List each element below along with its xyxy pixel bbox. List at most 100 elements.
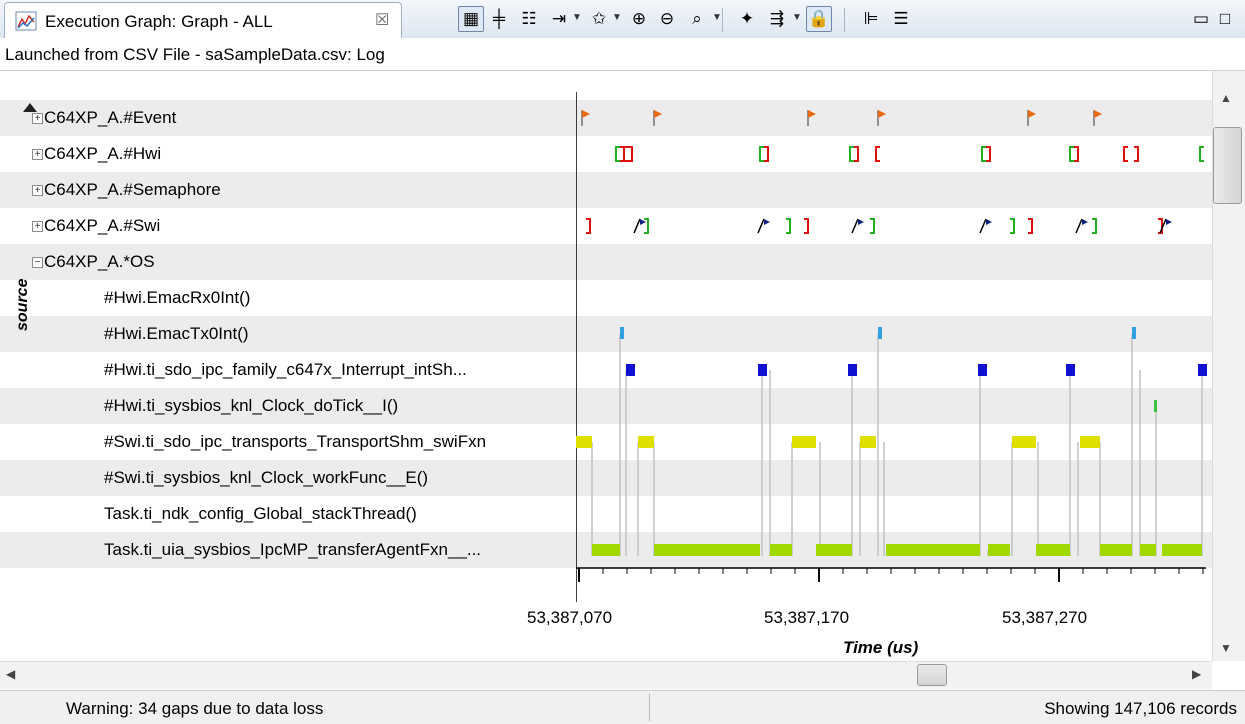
swi-transport-mark (1012, 436, 1036, 448)
event-flag-icon (1028, 110, 1036, 118)
dropdown-arrow-icon[interactable]: ▼ (712, 12, 722, 23)
hwi-bracket-mark (620, 146, 625, 162)
axis-tick-label: 53,387,270 (1002, 608, 1088, 627)
dropdown-arrow-icon[interactable]: ▼ (792, 12, 802, 23)
hwi-bracket-mark (615, 146, 620, 162)
measure-icon[interactable]: ☷ (516, 6, 542, 32)
ipc-interrupt-mark (626, 364, 635, 376)
horizontal-scroll-thumb[interactable] (917, 664, 947, 686)
row-label[interactable]: C64XP_A.#Hwi (44, 136, 574, 172)
find-icon[interactable]: ✦ (734, 6, 760, 32)
task-transfer-agent-mark (770, 544, 792, 556)
hwi-bracket-mark (1010, 218, 1015, 234)
hwi-bracket-mark (1199, 146, 1204, 162)
zoom-out-icon[interactable]: ⊖ (654, 6, 680, 32)
swi-flag-pole (633, 218, 641, 234)
hwi-bracket-mark (628, 146, 633, 162)
expand-icon[interactable]: + (32, 149, 43, 160)
task-transfer-agent-mark (816, 544, 852, 556)
swi-transport-mark (1080, 436, 1100, 448)
row-label[interactable]: #Hwi.EmacTx0Int() (104, 316, 574, 352)
time-axis-title: Time (us) (843, 638, 919, 657)
row-label[interactable]: Task.ti_uia_sysbios_IpcMP_transferAgentF… (104, 532, 574, 568)
scroll-down-arrow-icon[interactable]: ▼ (1220, 641, 1232, 655)
align-icon[interactable]: ▦ (458, 6, 484, 32)
hwi-bracket-mark (849, 146, 854, 162)
task-transfer-agent-mark (886, 544, 980, 556)
row-label[interactable]: C64XP_A.#Swi (44, 208, 574, 244)
launch-info-text: Launched from CSV File - saSampleData.cs… (5, 45, 385, 64)
hwi-bracket-mark (644, 218, 649, 234)
scroll-right-arrow-icon[interactable]: ▶ (1192, 667, 1201, 681)
zoom-fit-icon[interactable]: ⌕ (684, 6, 710, 32)
swi-flag-pole (1075, 218, 1083, 234)
clock-tick-mark (1154, 400, 1157, 412)
source-axis-label: source (14, 278, 31, 331)
expand-icon[interactable]: + (32, 185, 43, 196)
row-label[interactable]: #Hwi.EmacRx0Int() (104, 280, 574, 316)
hwi-bracket-mark (1123, 146, 1128, 162)
minimize-icon[interactable]: ▭ (1188, 6, 1214, 32)
horizontal-scrollbar[interactable] (0, 661, 1212, 689)
hwi-bracket-mark (986, 146, 991, 162)
task-transfer-agent-mark (592, 544, 620, 556)
row-label[interactable]: #Swi.ti_sysbios_knl_Clock_workFunc__E() (104, 460, 574, 496)
swi-transport-mark (860, 436, 876, 448)
event-flag-icon (582, 110, 590, 118)
tab-title: Execution Graph: Graph - ALL (45, 12, 273, 31)
row-label[interactable]: C64XP_A.*OS (44, 244, 574, 280)
ipc-interrupt-mark (1198, 364, 1207, 376)
list-icon[interactable]: ☰ (888, 6, 914, 32)
swi-flag-icon (1082, 219, 1088, 225)
emac-tx-interrupt-mark (620, 327, 624, 339)
star-icon[interactable]: ✩ (586, 6, 612, 32)
row-label[interactable]: C64XP_A.#Semaphore (44, 172, 574, 208)
swi-flag-icon (764, 219, 770, 225)
close-icon[interactable]: ☒ (375, 10, 389, 30)
swi-flag-pole (979, 218, 987, 234)
expand-icon[interactable]: + (32, 221, 43, 232)
sort-ascending-icon[interactable] (23, 103, 37, 112)
hwi-bracket-mark (981, 146, 986, 162)
emac-tx-interrupt-mark (1132, 327, 1136, 339)
row-label[interactable]: #Swi.ti_sdo_ipc_transports_TransportShm_… (104, 424, 574, 460)
maximize-icon[interactable]: □ (1212, 6, 1238, 32)
swi-flag-icon (858, 219, 864, 225)
ipc-interrupt-mark (978, 364, 987, 376)
task-transfer-agent-mark (654, 544, 760, 556)
task-transfer-agent-mark (1100, 544, 1132, 556)
event-flag-icon (1094, 110, 1102, 118)
swi-flag-icon (1166, 219, 1172, 225)
hwi-bracket-mark (1069, 146, 1074, 162)
task-transfer-agent-mark (1162, 544, 1202, 556)
data-loss-warning: Warning: 34 gaps due to data loss (66, 699, 324, 718)
swi-transport-mark (792, 436, 816, 448)
filter-icon[interactable]: ⇶ (764, 6, 790, 32)
scroll-up-arrow-icon[interactable]: ▲ (1220, 91, 1232, 105)
scroll-left-arrow-icon[interactable]: ◀ (6, 667, 15, 681)
dropdown-arrow-icon[interactable]: ▼ (572, 12, 582, 23)
swi-flag-pole (851, 218, 859, 234)
axis-tick-label: 53,387,070 (527, 608, 613, 627)
vertical-scroll-thumb[interactable] (1213, 127, 1242, 204)
expand-icon[interactable]: + (32, 113, 43, 124)
bookmark-icon[interactable]: ⇥ (546, 6, 572, 32)
collapse-icon[interactable]: − (32, 257, 43, 268)
tree-icon[interactable]: ⊫ (858, 6, 884, 32)
row-label[interactable]: #Hwi.ti_sysbios_knl_Clock_doTick__I() (104, 388, 574, 424)
event-flag-icon (878, 110, 886, 118)
hwi-bracket-mark (786, 218, 791, 234)
dropdown-arrow-icon[interactable]: ▼ (612, 12, 622, 23)
row-label[interactable]: Task.ti_ndk_config_Global_stackThread() (104, 496, 574, 532)
zoom-in-icon[interactable]: ⊕ (626, 6, 652, 32)
center-align-icon[interactable]: ╪ (486, 6, 512, 32)
hwi-bracket-mark (870, 218, 875, 234)
task-transfer-agent-mark (1036, 544, 1070, 556)
tab-execution-graph[interactable]: Execution Graph: Graph - ALL ☒ (4, 2, 402, 38)
row-label[interactable]: #Hwi.ti_sdo_ipc_family_c647x_Interrupt_i… (104, 352, 574, 388)
execution-graph-canvas[interactable] (576, 92, 1212, 652)
row-label[interactable]: C64XP_A.#Event (44, 100, 574, 136)
lock-icon[interactable]: 🔒 (806, 6, 832, 32)
toolbar-separator (844, 8, 845, 32)
graph-icon (15, 11, 37, 31)
